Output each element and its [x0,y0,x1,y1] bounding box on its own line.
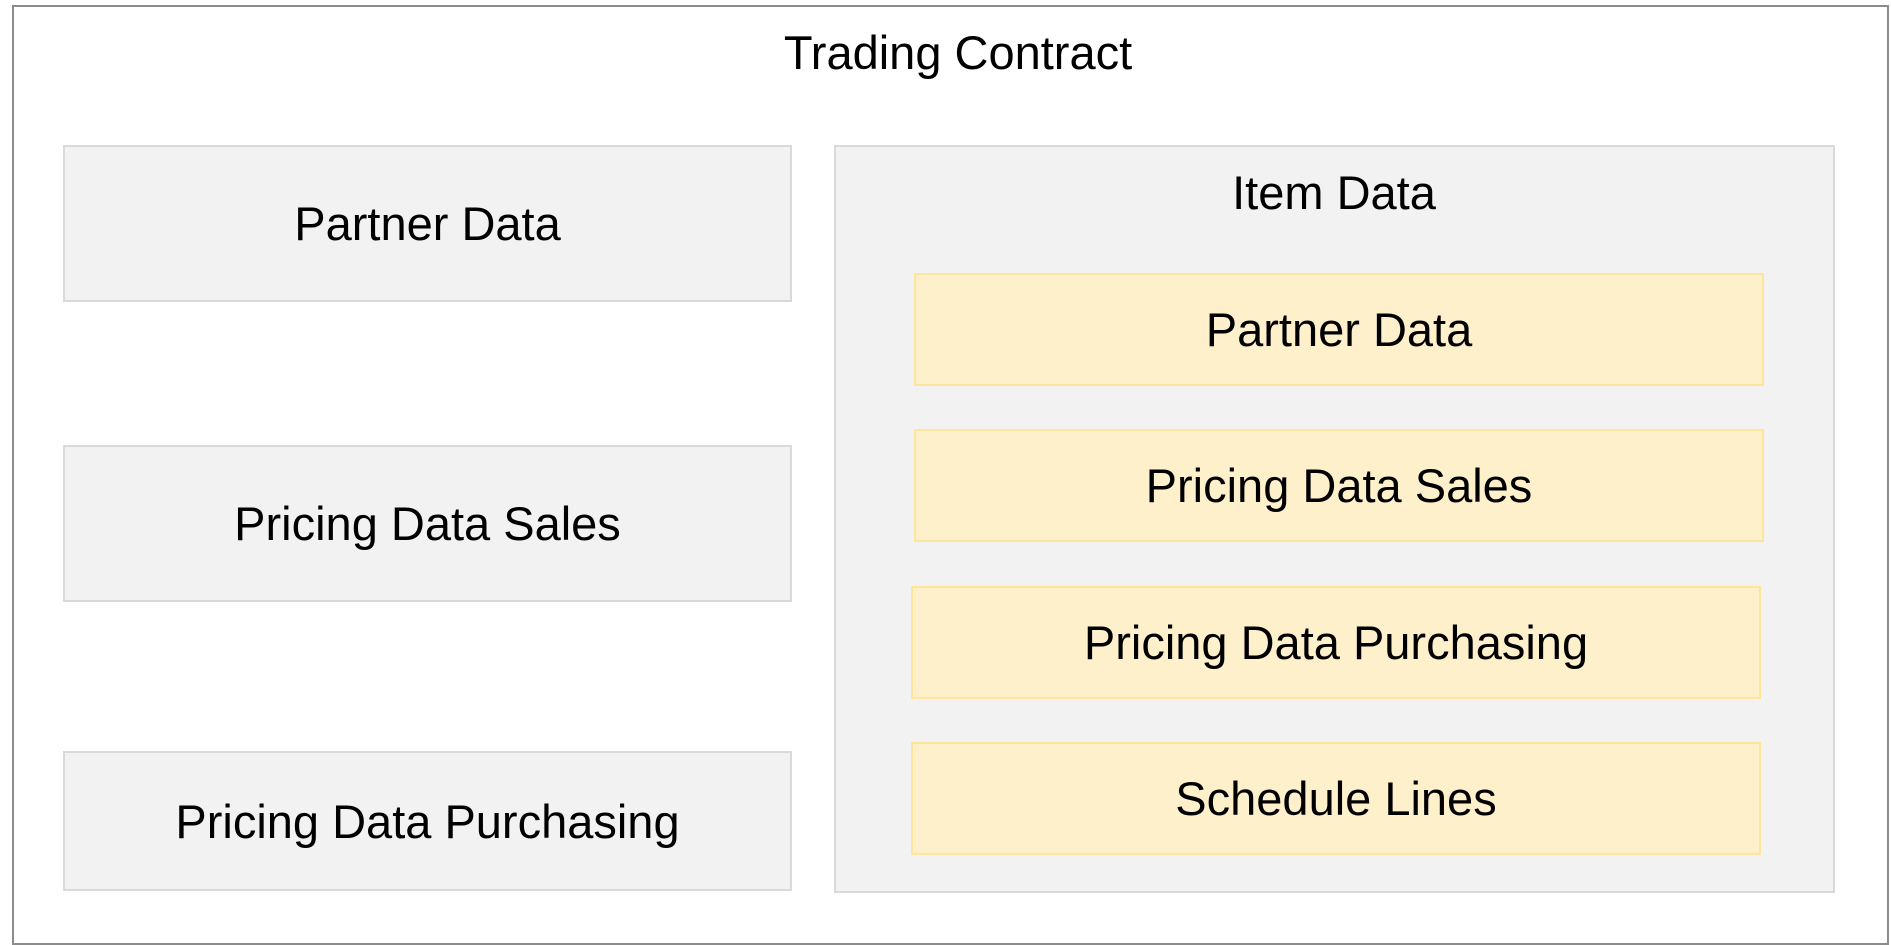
item-pricing-data-purchasing-box: Pricing Data Purchasing [911,586,1761,699]
item-pricing-data-purchasing-label: Pricing Data Purchasing [1083,616,1589,669]
trading-contract-title: Trading Contract [783,26,1133,79]
item-schedule-lines-label: Schedule Lines [1175,772,1497,825]
item-pricing-data-sales-label: Pricing Data Sales [1145,459,1533,512]
item-schedule-lines-box: Schedule Lines [911,742,1761,855]
partner-data-box: Partner Data [63,145,792,302]
item-partner-data-label: Partner Data [1205,303,1473,356]
item-pricing-data-sales-box: Pricing Data Sales [914,429,1764,542]
pricing-data-sales-box: Pricing Data Sales [63,445,792,602]
item-partner-data-box: Partner Data [914,273,1764,386]
pricing-data-purchasing-label: Pricing Data Purchasing [175,794,680,848]
partner-data-label: Partner Data [294,197,561,250]
pricing-data-purchasing-box: Pricing Data Purchasing [63,751,792,891]
pricing-data-sales-label: Pricing Data Sales [234,497,621,550]
item-data-title: Item Data [1232,166,1436,219]
